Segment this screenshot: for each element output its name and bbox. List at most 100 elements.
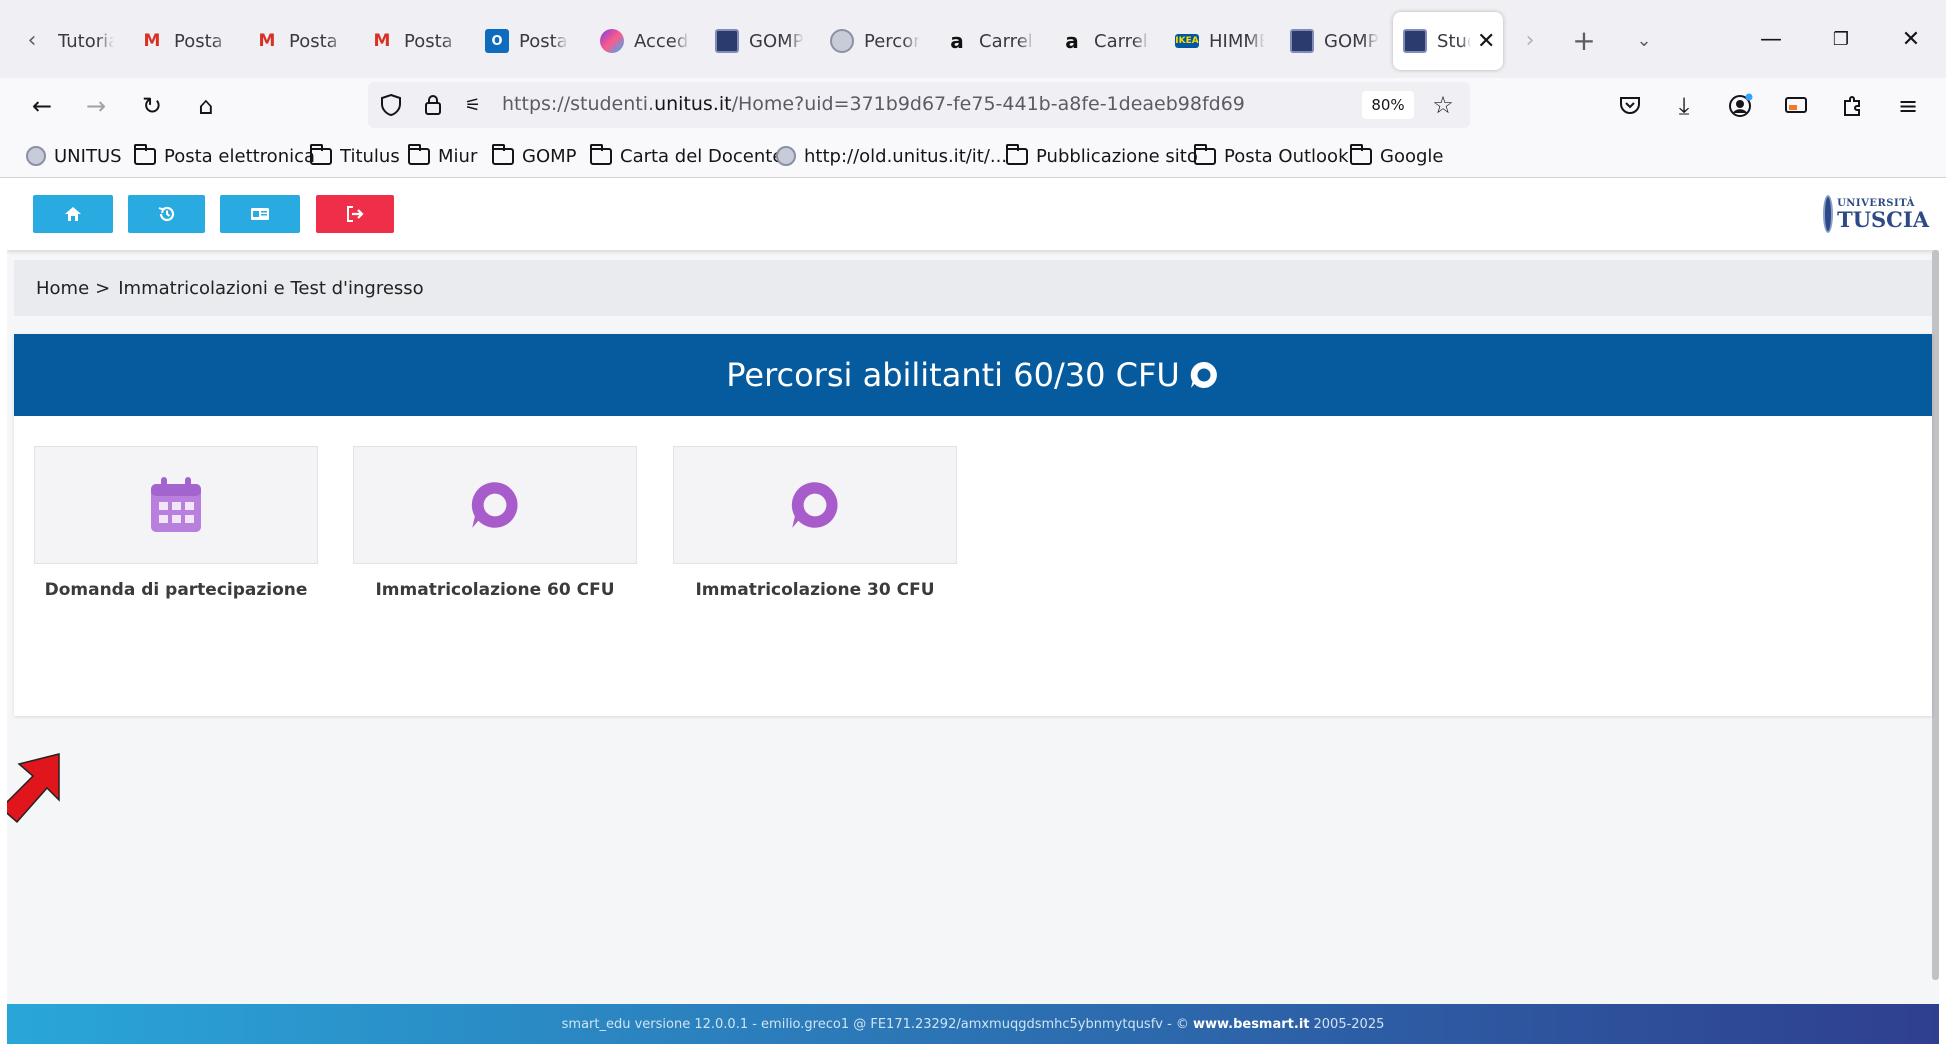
chat-bubble-icon [471,482,518,528]
tab-label: GOMP [1324,30,1379,52]
bookmark-old-unitus[interactable]: http://old.unitus.it/it/... [776,144,1007,168]
card-label[interactable]: Immatricolazione 60 CFU [353,580,637,600]
tracking-shield-icon[interactable] [376,90,406,120]
zoom-level-badge[interactable]: 80% [1362,91,1414,119]
tab-scroll-right-icon[interactable]: › [1518,22,1542,58]
tab-tutorial[interactable]: Tutorial [48,12,114,70]
id-card-icon [251,208,269,220]
logout-button[interactable] [316,195,394,233]
url-prefix: https://studenti. [502,93,655,115]
bookmark-miur[interactable]: Miur [408,143,477,168]
bookmark-label: Carta del Docente [620,145,784,167]
bookmark-label: Pubblicazione sito [1036,145,1198,167]
tab-label: HIMMELSK [1209,30,1265,52]
tab-copilot[interactable]: Accedi [590,12,690,70]
tab-amazon-2[interactable]: a Carrello [1050,12,1150,70]
gomp-icon [1290,29,1314,53]
bookmark-google[interactable]: Google [1350,143,1444,168]
breadcrumb: Home > Immatricolazioni e Test d'ingress… [14,260,1932,316]
bookmark-star-icon[interactable]: ☆ [1428,90,1458,120]
tab-gmail-1[interactable]: M Posta in arrivo [130,12,230,70]
app-toolbar: UNIVERSITÀ TUSCIA [7,178,1939,980]
url-host: unitus.it [654,93,732,115]
footer-link[interactable]: www.besmart.it [1193,1017,1310,1032]
downloads-icon[interactable]: ⤓ [1666,88,1702,124]
bookmark-label: Posta Outlook [1224,145,1349,167]
url-path: /Home?uid=371b9d67-fe75-441b-a8fe-1deaeb… [731,93,1245,115]
tab-gomp-2[interactable]: GOMP [1280,12,1380,70]
tab-percorsi[interactable]: Percorsi [820,12,920,70]
screen-share-icon[interactable] [1778,88,1814,124]
card-immatricolazione-30-cfu[interactable] [673,446,957,564]
tab-label: Posta in arrivo [174,30,230,52]
logo-line-2: TUSCIA [1837,206,1929,232]
ikea-icon: IKEA [1175,34,1199,48]
card-label[interactable]: Immatricolazione 30 CFU [673,580,957,600]
folder-icon [590,143,612,165]
account-icon[interactable] [1722,88,1758,124]
bookmark-unitus[interactable]: UNITUS [26,144,122,168]
history-icon [158,206,174,222]
gmail-icon: M [373,31,391,51]
tab-gmail-2[interactable]: M Posta in arrivo [245,12,345,70]
bookmark-label: Posta elettronica [164,145,316,167]
outlook-icon: O [485,29,509,53]
university-crest-icon [1823,195,1834,233]
tab-ikea[interactable]: IKEA HIMMELSK [1165,12,1265,70]
bookmark-posta-outlook[interactable]: Posta Outlook [1194,143,1349,168]
close-tab-icon[interactable]: ✕ [1477,29,1495,54]
breadcrumb-home-link[interactable]: Home [36,278,89,299]
tab-studenti-active[interactable]: Studenti ✕ [1393,12,1503,70]
back-arrow-icon[interactable]: ← [24,88,60,124]
card-label[interactable]: Domanda di partecipazione [34,580,318,600]
tab-label: Tutorial [58,30,114,52]
right-gutter [1939,178,1946,1044]
home-browser-icon[interactable]: ⌂ [188,88,224,124]
new-tab-icon[interactable]: + [1572,22,1596,58]
page-scrollbar[interactable] [1932,250,1939,980]
bookmark-label: Google [1380,145,1444,167]
university-logo: UNIVERSITÀ TUSCIA [1823,194,1929,234]
tab-label: Posta in arrivo [404,30,460,52]
tab-label: Accedi [634,30,690,52]
folder-icon [1350,143,1372,165]
menu-hamburger-icon[interactable]: ≡ [1890,88,1926,124]
url-text[interactable]: https://studenti.unitus.it/Home?uid=371b… [502,93,1245,115]
history-button[interactable] [128,195,205,233]
bookmark-pubblicazione-sito[interactable]: Pubblicazione sito [1006,143,1198,168]
close-window-icon[interactable]: ✕ [1886,18,1936,60]
folder-icon [408,143,430,165]
web-page: UNIVERSITÀ TUSCIA Home > Immatricolazion… [7,178,1939,1044]
tab-scroll-left-icon[interactable]: ‹ [20,22,44,58]
bookmark-titulus[interactable]: Titulus [310,143,400,168]
minimize-window-icon[interactable]: — [1746,18,1796,60]
footer-text: smart_edu versione 12.0.0.1 - emilio.gre… [561,1016,1189,1032]
bookmark-gomp[interactable]: GOMP [492,143,577,168]
bookmark-posta-elettronica[interactable]: Posta elettronica [134,143,316,168]
restore-window-icon[interactable]: ❐ [1816,18,1866,60]
profile-card-button[interactable] [220,195,300,233]
folder-icon [134,143,156,165]
reload-icon[interactable]: ↻ [134,88,170,124]
copilot-icon [600,29,624,53]
forward-arrow-icon[interactable]: → [78,88,114,124]
bookmark-label: http://old.unitus.it/it/... [804,145,1008,167]
lock-icon[interactable] [418,90,448,120]
bookmarks-toolbar: UNITUS Posta elettronica Titulus Miur GO… [0,132,1946,178]
tab-outlook[interactable]: O Posta [475,12,575,70]
browser-nav-bar: ← → ↻ ⌂ ⚟ https://studenti.unitus.it/Hom… [0,78,1946,132]
chat-bubble-icon [1190,361,1217,388]
card-immatricolazione-60-cfu[interactable] [353,446,637,564]
pocket-icon[interactable] [1612,88,1648,124]
permissions-icon[interactable]: ⚟ [458,90,488,120]
bookmark-carta-del-docente[interactable]: Carta del Docente [590,143,784,168]
gomp-icon [715,29,739,53]
home-button[interactable] [33,195,113,233]
tab-gmail-3[interactable]: M Posta in arrivo [360,12,460,70]
tab-amazon-1[interactable]: a Carrello [935,12,1035,70]
tab-gomp-1[interactable]: GOMP [705,12,805,70]
extensions-icon[interactable] [1834,88,1870,124]
list-all-tabs-icon[interactable]: ⌄ [1632,22,1656,58]
url-bar[interactable]: ⚟ https://studenti.unitus.it/Home?uid=37… [368,82,1470,128]
card-domanda-di-partecipazione[interactable] [34,446,318,564]
